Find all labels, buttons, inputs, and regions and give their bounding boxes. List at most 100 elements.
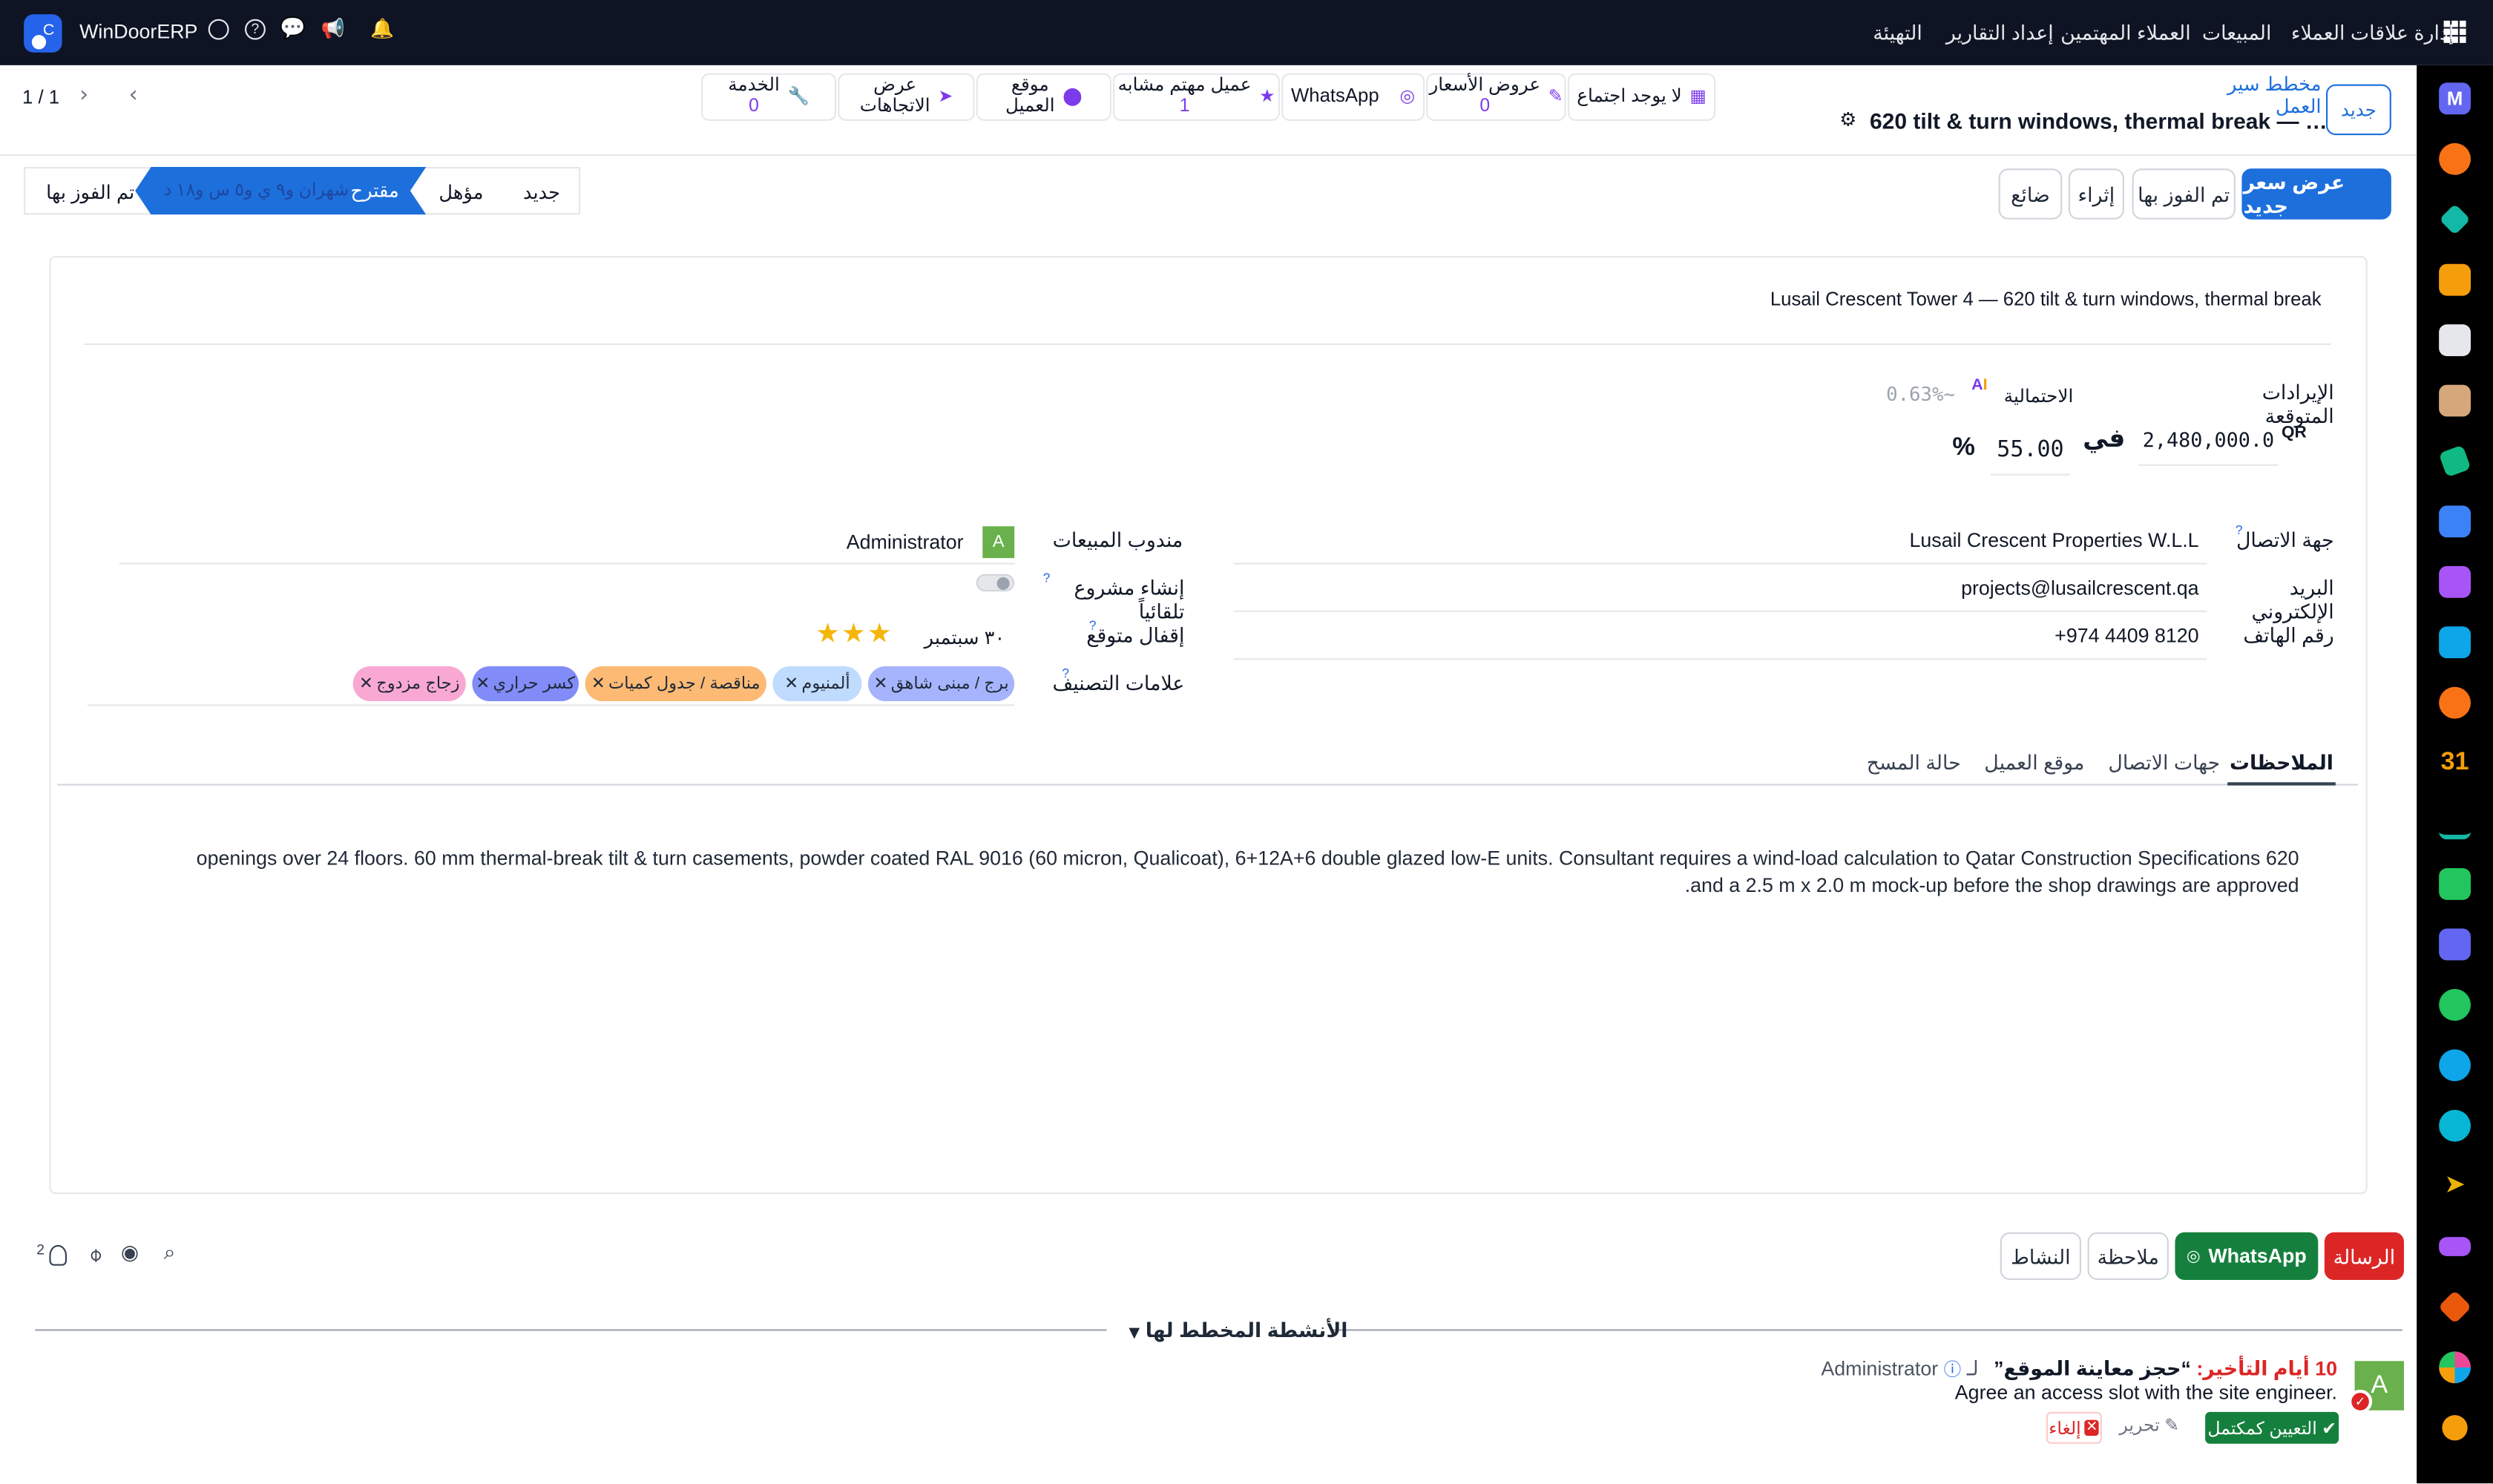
telegram-app-icon[interactable]: ➤ — [2439, 1170, 2471, 1202]
menu-leads[interactable]: العملاء المهتمين — [2060, 21, 2191, 45]
priority-star-icon[interactable]: ★ — [841, 619, 867, 651]
ai-probability-value[interactable]: ~0.63% — [1876, 383, 1965, 405]
calendar-app-icon[interactable]: 31 — [2439, 747, 2471, 779]
tag-double-glazing[interactable]: زجاج مزدوج ✕ — [352, 666, 466, 701]
mark-done-button[interactable]: ✔ التعيين كمكتمل — [2205, 1411, 2339, 1444]
meeting-stat-button[interactable]: ▦ لا يوجد اجتماع — [1567, 73, 1716, 121]
contact-field[interactable]: Lusail Crescent Properties W.L.L — [1685, 530, 2199, 552]
remove-tag-icon[interactable]: ✕ — [591, 674, 605, 694]
salesperson-field[interactable]: Administrator — [700, 531, 964, 554]
planning-app-icon[interactable] — [2439, 1237, 2471, 1256]
priority-stars[interactable]: ★★★ — [815, 619, 893, 651]
megaphone-icon[interactable]: 📢 — [321, 18, 345, 40]
opportunity-name-field[interactable]: Lusail Crescent Tower 4 — 620 tilt & tur… — [1431, 288, 2322, 310]
employees-app-icon[interactable] — [2439, 686, 2471, 719]
new-record-button[interactable]: جديد — [2326, 84, 2391, 136]
tag-thermal-break[interactable]: كسر حراري ✕ — [472, 666, 579, 701]
whatsapp-stat-button[interactable]: WhatsApp ◎ — [1281, 73, 1425, 121]
whatsapp-app-icon[interactable] — [2439, 988, 2471, 1021]
knowledge-app-icon[interactable] — [2439, 505, 2471, 538]
chat-app-icon[interactable] — [2439, 142, 2471, 175]
bell-icon[interactable]: 🔔 — [370, 18, 394, 40]
app-logo[interactable]: C — [24, 14, 62, 53]
log-note-button[interactable]: ملاحظة — [2087, 1232, 2169, 1280]
sign-app-icon[interactable] — [2439, 808, 2471, 840]
quotations-stat-button[interactable]: ✎ عروض الأسعار 0 — [1426, 73, 1566, 121]
menu-sales[interactable]: المبيعات — [2202, 21, 2272, 45]
new-quotation-button[interactable]: عرض سعر جديد — [2241, 168, 2391, 220]
planned-activities-header[interactable]: الأنشطة المخطط لها ▼ — [1129, 1318, 1347, 1342]
enrich-button[interactable]: إثراء — [2068, 168, 2124, 220]
website-app-icon[interactable] — [2439, 1109, 2471, 1142]
gear-icon[interactable]: ⚙ — [1839, 108, 1856, 131]
apps-grid-icon[interactable] — [2443, 20, 2466, 43]
pager-value[interactable]: 1 / 1 — [22, 86, 59, 108]
customer-location-button[interactable]: ⬤ موقع العميل — [976, 73, 1111, 121]
remove-tag-icon[interactable]: ✕ — [359, 674, 373, 694]
eye-icon[interactable]: ◉ — [121, 1242, 139, 1266]
tab-contacts[interactable]: جهات الاتصال — [2108, 750, 2220, 775]
mail-app-icon[interactable]: M — [2439, 82, 2471, 115]
attachment-icon[interactable]: ⌀ — [83, 1243, 107, 1267]
invoicing-app-icon[interactable] — [2439, 626, 2471, 659]
previous-record-icon[interactable]: ‹ — [129, 82, 151, 108]
edit-activity-button[interactable]: ✎ تحرير — [2119, 1415, 2179, 1436]
search-icon[interactable]: ⌕ — [164, 1242, 176, 1266]
service-stat-button[interactable]: 🔧 الخدمة 0 — [701, 73, 837, 121]
studio-app-icon[interactable] — [2437, 1290, 2472, 1324]
send-message-button[interactable]: الرسالة — [2324, 1232, 2404, 1280]
priority-star-icon[interactable]: ★ — [815, 619, 841, 651]
clock-icon[interactable] — [208, 19, 229, 40]
sales-app-icon[interactable] — [2439, 263, 2471, 296]
tag-tender-boq[interactable]: مناقصة / جدول كميات ✕ — [585, 666, 766, 701]
expected-revenue-field[interactable]: 2,480,000.0 — [2138, 421, 2279, 466]
remove-tag-icon[interactable]: ✕ — [874, 674, 888, 694]
remove-tag-icon[interactable]: ✕ — [476, 674, 490, 694]
tag-aluminium[interactable]: ألمنيوم ✕ — [772, 666, 862, 701]
mark-won-button[interactable]: تم الفوز بها — [2132, 168, 2236, 220]
info-icon[interactable]: ⓘ — [1944, 1361, 1962, 1380]
menu-crm[interactable]: إدارة علاقات العملاء — [2291, 21, 2454, 45]
auto-project-toggle[interactable] — [976, 574, 1015, 592]
followers-count[interactable]: 2 — [36, 1242, 45, 1258]
menu-configuration[interactable]: التهيئة — [1873, 21, 1922, 45]
menu-reporting[interactable]: إعداد التقارير — [1946, 21, 2054, 45]
remove-tag-icon[interactable]: ✕ — [784, 674, 798, 694]
ai-probability-icon[interactable]: AI — [1971, 377, 1987, 395]
help-icon[interactable]: ? — [245, 19, 266, 40]
expected-closing-field[interactable]: ٣٠ سبتمبر — [913, 626, 1005, 649]
followers-icon[interactable] — [49, 1244, 67, 1266]
products-app-icon[interactable] — [2439, 565, 2471, 598]
priority-star-icon[interactable]: ★ — [867, 619, 893, 651]
app-name[interactable]: WinDoorERP — [79, 21, 197, 43]
chat-icon[interactable]: 💬 — [280, 16, 306, 41]
email-field[interactable]: projects@lusailcrescent.qa — [1685, 577, 2198, 600]
phone-field[interactable]: +974 4409 8120 — [1685, 625, 2198, 647]
activity-button[interactable]: النشاط — [2000, 1232, 2081, 1280]
discuss-app-icon[interactable] — [2439, 1049, 2471, 1082]
directions-button[interactable]: ➤ عرض الاتجاهات — [838, 73, 975, 121]
notes-editor[interactable]: 620 openings over 24 floors. 60 mm therm… — [137, 846, 2299, 900]
profile-app-icon[interactable] — [2439, 868, 2471, 900]
mark-lost-button[interactable]: ضائع — [1998, 168, 2063, 220]
contacts-app-icon[interactable] — [2439, 384, 2471, 417]
inventory-app-icon[interactable] — [2439, 324, 2471, 356]
stage-qualified[interactable]: مؤهل — [439, 181, 483, 203]
crm-app-icon[interactable] — [2439, 203, 2471, 235]
tab-notes[interactable]: الملاحظات — [2227, 750, 2336, 786]
similar-leads-stat-button[interactable]: ★ عميل مهتم مشابه 1 — [1113, 73, 1280, 121]
cancel-activity-button[interactable]: ✕ إلغاء — [2046, 1411, 2102, 1444]
tag-high-rise[interactable]: برج / مبنى شاهق ✕ — [868, 666, 1015, 701]
tab-customer-location[interactable]: موقع العميل — [1984, 750, 2084, 775]
analytics-app-icon[interactable] — [2439, 1351, 2471, 1384]
probability-field[interactable]: 55.00 — [1990, 431, 2070, 476]
stage-new[interactable]: جديد — [523, 181, 560, 203]
todo-app-icon[interactable] — [2438, 444, 2471, 478]
settings-app-icon[interactable] — [2442, 1415, 2468, 1441]
next-record-icon[interactable]: › — [79, 82, 102, 108]
stage-proposition[interactable]: شهران و٩ ي و٥ س و١٨ د مقترح — [135, 167, 426, 214]
stage-won[interactable]: تم الفوز بها — [46, 181, 134, 203]
dashboard-app-icon[interactable] — [2439, 928, 2471, 961]
whatsapp-send-button[interactable]: ◎ WhatsApp — [2175, 1232, 2319, 1280]
tab-survey-status[interactable]: حالة المسح — [1867, 750, 1961, 775]
